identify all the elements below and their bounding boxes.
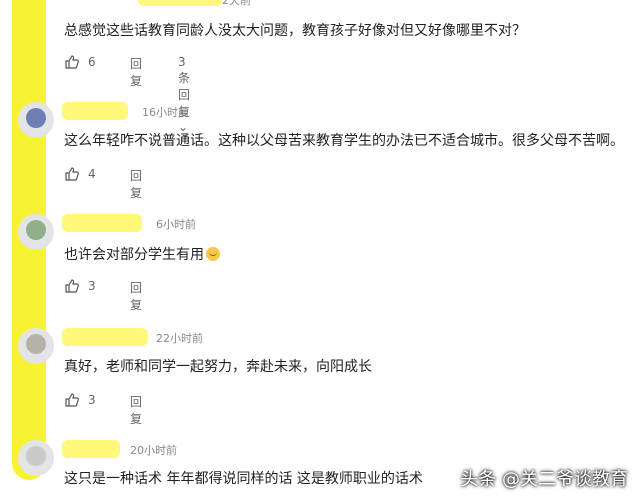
- username-redacted[interactable]: [62, 328, 148, 346]
- like-button[interactable]: 3: [64, 278, 96, 294]
- like-button[interactable]: 4: [64, 166, 96, 182]
- username-redacted[interactable]: [62, 102, 128, 120]
- watermark: 头条 @关二爷谈教育: [460, 469, 628, 490]
- comment-text: 真好，老师和同学一起努力，奔赴未来，向阳成长: [64, 359, 372, 375]
- comment-time: 16小时前: [142, 106, 189, 119]
- like-count: 3: [88, 279, 96, 293]
- comment-time: 2天前: [222, 0, 251, 7]
- view-replies-button[interactable]: 3条回复 ⌄: [178, 55, 190, 134]
- thumbs-up-icon: [65, 167, 79, 181]
- thumbs-up-icon: [65, 279, 79, 293]
- avatar[interactable]: [18, 328, 54, 364]
- comment-text: 这么年轻咋不说普通话。这种以父母苦来教育学生的办法已不适合城市。很多父母不苦啊。: [64, 133, 624, 149]
- avatar[interactable]: [18, 102, 54, 138]
- username-redacted[interactable]: [62, 214, 142, 232]
- reply-button[interactable]: 回复: [130, 167, 142, 201]
- like-button[interactable]: 3: [64, 392, 96, 408]
- like-count: 3: [88, 393, 96, 407]
- reply-button[interactable]: 回复: [130, 55, 142, 89]
- comment-text-body: 也许会对部分学生有用: [64, 247, 204, 263]
- smile-emoji-icon: [206, 247, 220, 261]
- reply-button[interactable]: 回复: [130, 393, 142, 427]
- like-button[interactable]: 6: [64, 54, 96, 70]
- reply-button[interactable]: 回复: [130, 279, 142, 313]
- username-redacted[interactable]: [138, 0, 222, 6]
- avatar[interactable]: [18, 440, 54, 476]
- username-redacted[interactable]: [62, 440, 120, 458]
- avatar[interactable]: [18, 214, 54, 250]
- like-count: 4: [88, 167, 96, 181]
- comment-text: 这只是一种话术 年年都得说同样的话 这是教师职业的话术: [64, 471, 423, 487]
- comment-time: 22小时前: [156, 332, 203, 345]
- comment-text: 总感觉这些话教育同龄人没太大问题，教育孩子好像对但又好像哪里不对？: [64, 23, 526, 39]
- like-count: 6: [88, 55, 96, 69]
- thumbs-up-icon: [65, 55, 79, 69]
- comment-time: 6小时前: [156, 218, 196, 231]
- comment-text: 也许会对部分学生有用: [64, 244, 220, 266]
- comment-time: 20小时前: [130, 444, 177, 457]
- thumbs-up-icon: [65, 393, 79, 407]
